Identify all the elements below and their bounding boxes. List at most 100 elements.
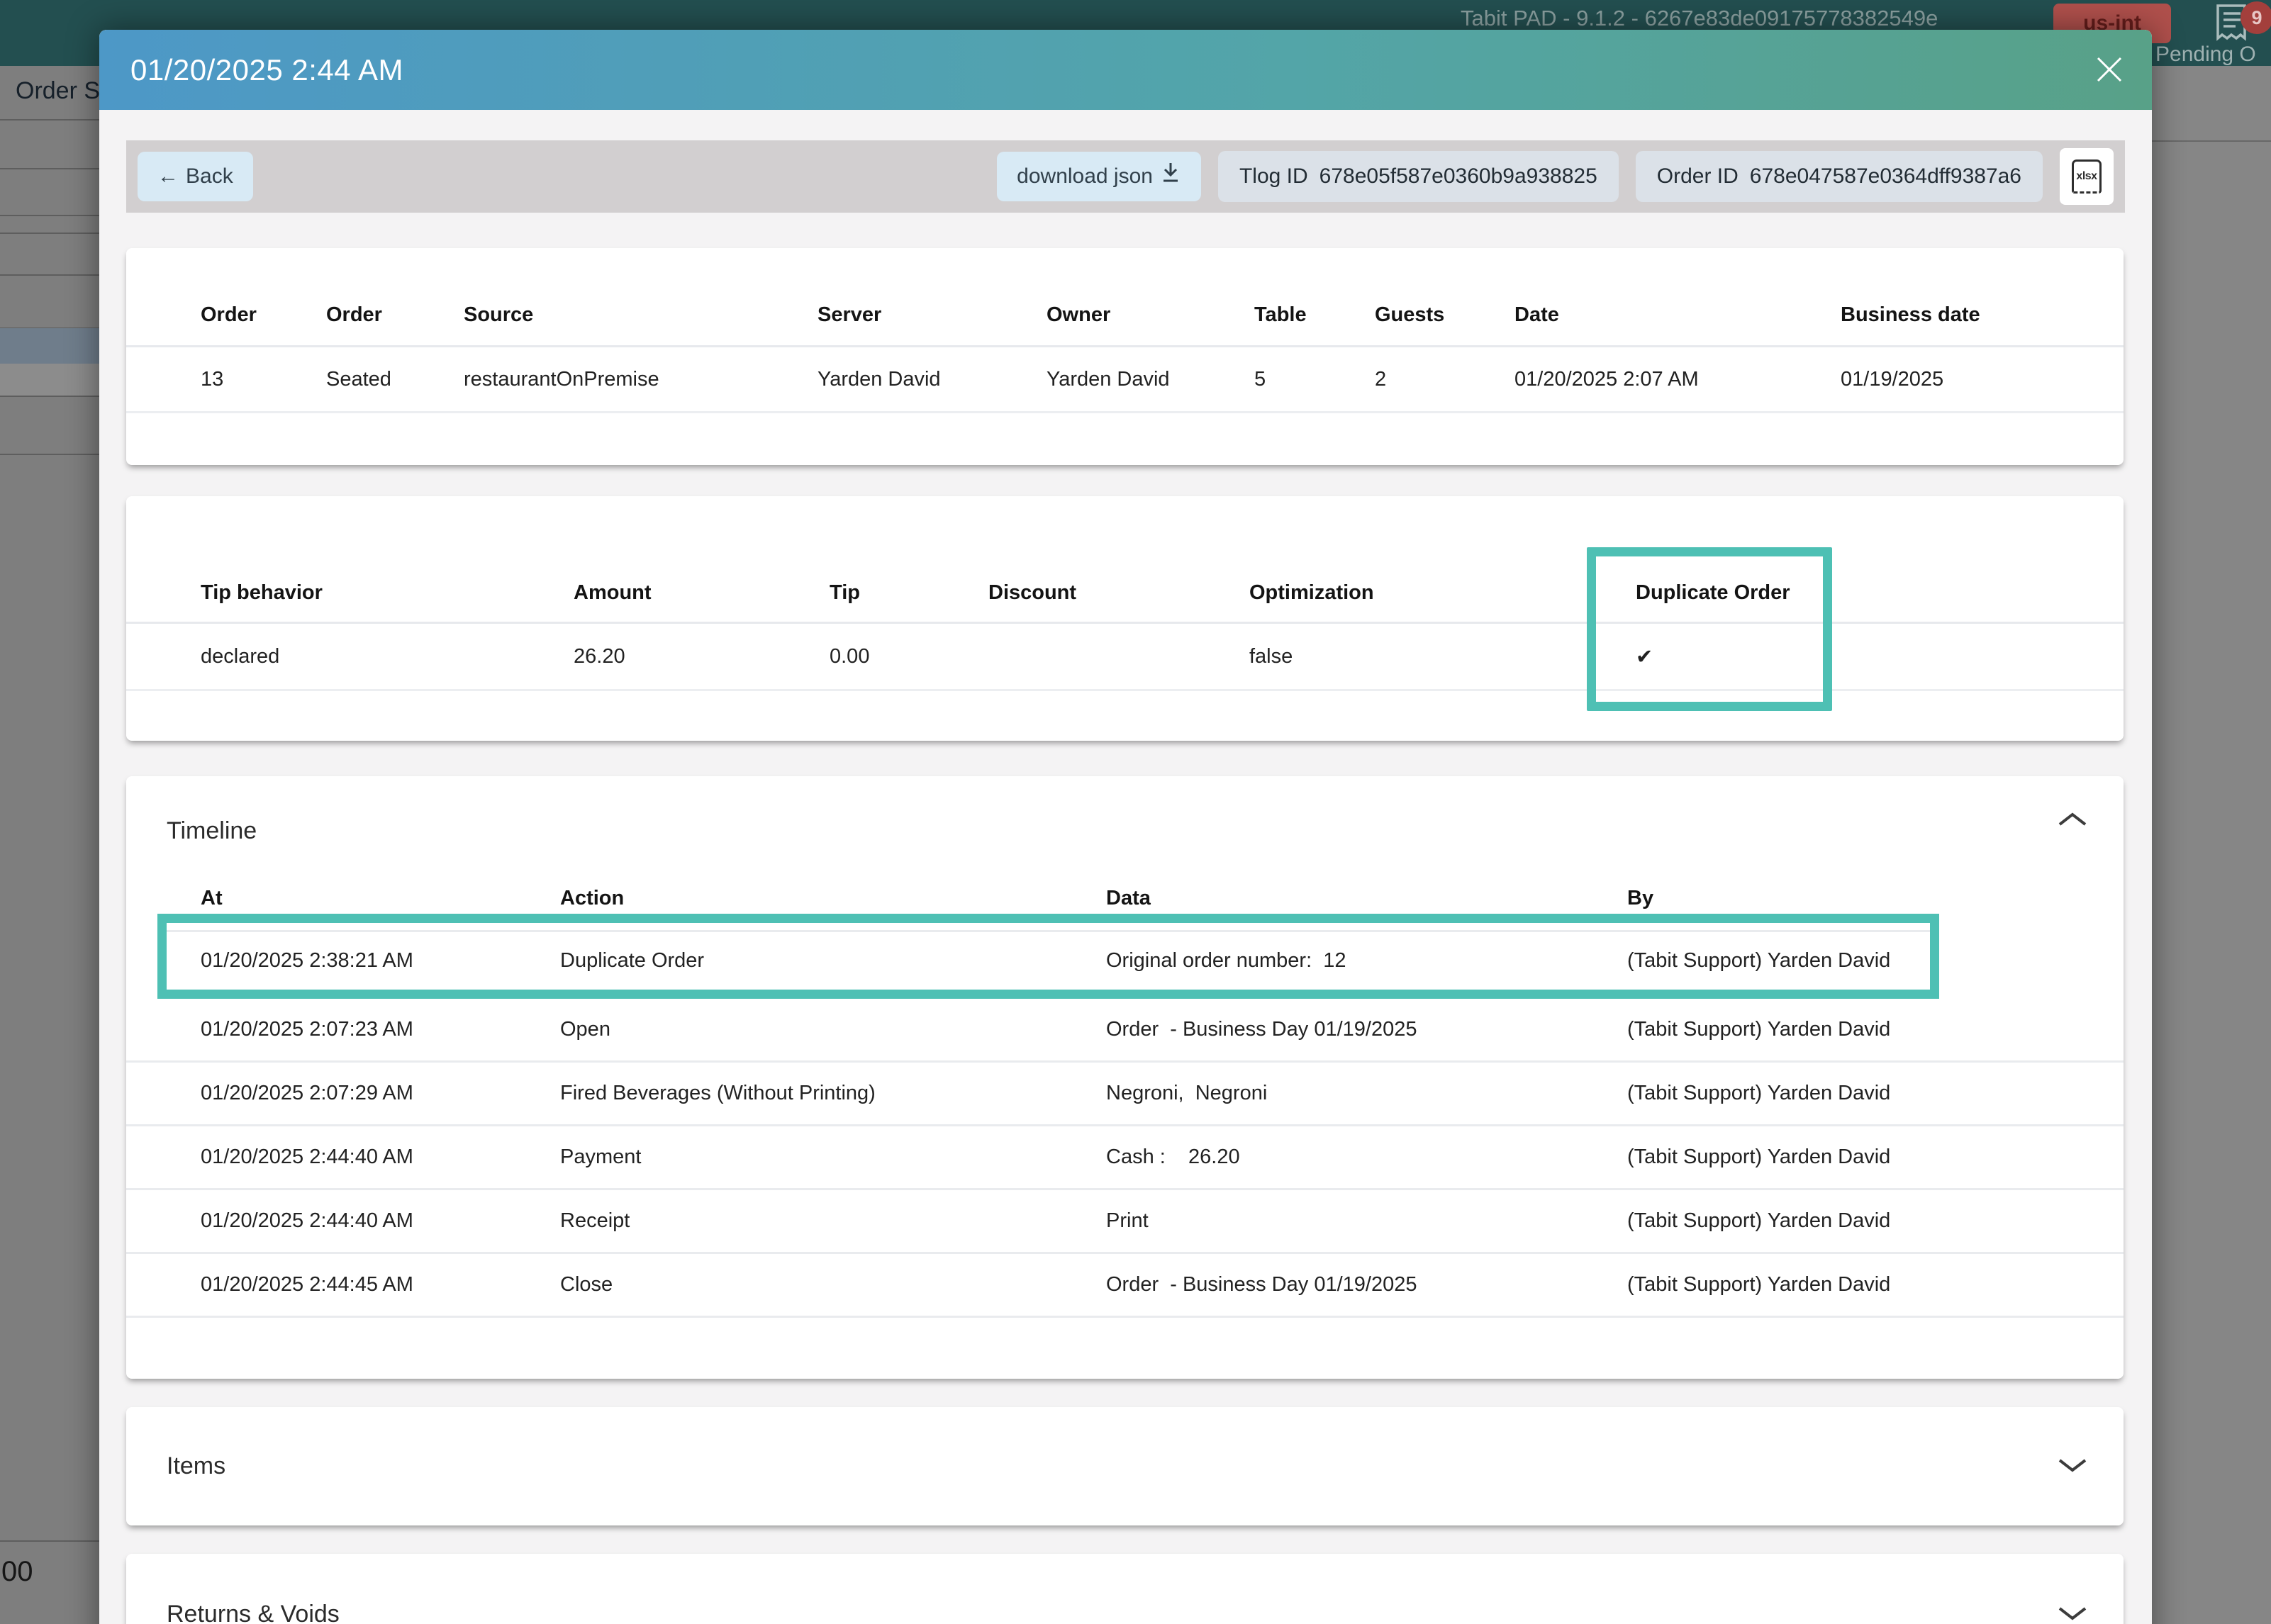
column-header: At [201,886,223,909]
items-title: Items [167,1452,226,1479]
order-status: Seated [326,367,391,391]
returns-voids-title: Returns & Voids [167,1600,340,1624]
tlog-id-label: Tlog ID [1239,164,1308,188]
event-action: Receipt [560,1209,630,1232]
column-header: Business date [1841,303,1980,326]
returns-voids-card[interactable]: Returns & Voids [126,1554,2124,1624]
tlog-id-chip[interactable]: Tlog ID 678e05f587e0360b9a938825 [1217,151,1619,202]
event-action: Close [560,1273,613,1296]
tlog-id-value: 678e05f587e0360b9a938825 [1319,164,1597,188]
column-header: Owner [1047,303,1111,326]
event-data: Original order number: 12 [1106,949,1346,972]
order-id-value: 678e047587e0364dff9387a6 [1749,164,2021,188]
background-page-left: Order S 00 [0,66,101,1624]
items-expand-button[interactable] [2057,1456,2088,1477]
column-header: Table [1254,303,1307,326]
notification-badge: 9 [2241,1,2271,34]
payment-summary-card: Tip behavior Amount Tip Discount Optimiz… [126,496,2124,741]
column-header: Tip [830,581,860,604]
order-id-chip[interactable]: Order ID 678e047587e0364dff9387a6 [1635,151,2043,202]
toolbar-right-group: download json Tlog ID 678e05f587e0360b9a… [997,148,2114,205]
column-header: Amount [574,581,652,604]
close-button[interactable] [2092,53,2126,87]
pending-orders-label: Pending O [2155,43,2256,66]
event-time: 01/20/2025 2:44:45 AM [201,1273,413,1296]
column-header: Discount [988,581,1077,604]
back-button[interactable]: ← Back [138,152,253,201]
event-by: (Tabit Support) Yarden David [1627,1273,1891,1296]
modal-title: 01/20/2025 2:44 AM [130,52,403,86]
event-action: Payment [560,1146,642,1168]
event-time: 01/20/2025 2:07:23 AM [201,1018,413,1041]
returns-voids-expand-button[interactable] [2057,1604,2088,1624]
modal-header: 01/20/2025 2:44 AM [99,30,2152,110]
event-data: Order - Business Day 01/19/2025 [1106,1018,1417,1041]
download-json-label: download json [1017,164,1153,188]
column-header: Source [464,303,534,326]
order-summary-header-row: Order Order Source Server Owner Table Gu… [126,285,2124,347]
chevron-down-icon [2057,1459,2088,1477]
event-by: (Tabit Support) Yarden David [1627,1082,1891,1104]
timeline-row: 01/20/2025 2:44:40 AM Receipt Print (Tab… [126,1190,2124,1254]
items-card[interactable]: Items [126,1407,2124,1525]
timeline-header-row: At Action Data By [126,883,2124,914]
column-header: Guests [1375,303,1445,326]
timeline-title: Timeline [167,817,257,844]
order-details-modal: 01/20/2025 2:44 AM ← Back download json [99,30,2152,1624]
tip-behavior-value: declared [201,644,280,668]
timeline-row: 01/20/2025 2:44:45 AM Close Order - Busi… [126,1254,2124,1318]
payment-summary-data-row: declared 26.20 0.00 false ✔ [126,624,2124,691]
event-data: Cash : 26.20 [1106,1146,1240,1168]
event-by: (Tabit Support) Yarden David [1627,1146,1891,1168]
download-json-button[interactable]: download json [997,152,1201,201]
background-page-title: Order S [16,77,101,104]
column-header: Tip behavior [201,581,323,604]
timeline-row: 01/20/2025 2:07:29 AM Fired Beverages (W… [126,1063,2124,1126]
toolbar: ← Back download json Tlog ID 678e05f587e0… [126,140,2125,213]
event-time: 01/20/2025 2:38:21 AM [201,949,413,972]
timeline-collapse-button[interactable] [2057,810,2088,831]
order-summary-card: Order Order Source Server Owner Table Gu… [126,248,2124,465]
app-version-title: Tabit PAD - 9.1.2 - 6267e83de09175778382… [1461,6,1938,30]
event-action: Duplicate Order [560,949,705,972]
timeline-rows: 01/20/2025 2:38:21 AM Duplicate Order Or… [126,914,2124,1318]
event-time: 01/20/2025 2:44:40 AM [201,1209,413,1232]
amount-value: 26.20 [574,644,625,668]
column-header: Action [560,886,625,909]
event-by: (Tabit Support) Yarden David [1627,1018,1891,1041]
close-icon [2093,57,2126,88]
timeline-row: 01/20/2025 2:38:21 AM Duplicate Order Or… [167,932,1930,990]
back-arrow-icon: ← [157,164,179,188]
chevron-down-icon [2057,1606,2088,1624]
duplicate-order-check-icon: ✔ [1636,645,1653,668]
timeline-card: Timeline At Action Data By 01/20/2025 2:… [126,776,2124,1379]
optimization-value: false [1249,644,1293,668]
event-data: Order - Business Day 01/19/2025 [1106,1273,1417,1296]
column-header: Order [201,303,257,326]
event-by: (Tabit Support) Yarden David [1627,949,1891,972]
owner-name: Yarden David [1047,367,1170,391]
column-header: Server [818,303,882,326]
order-number: 13 [201,367,224,391]
payment-summary-header-row: Tip behavior Amount Tip Discount Optimiz… [126,564,2124,624]
export-xlsx-button[interactable]: xlsx [2060,148,2114,205]
screen: Tabit PAD - 9.1.2 - 6267e83de09175778382… [0,0,2271,1624]
event-by: (Tabit Support) Yarden David [1627,1209,1891,1232]
download-icon [1160,162,1181,191]
background-cell-value: 00 [1,1556,33,1587]
order-date: 01/20/2025 2:07 AM [1514,367,1699,391]
event-action: Fired Beverages (Without Printing) [560,1082,876,1104]
back-label: Back [186,164,233,188]
timeline-row: 01/20/2025 2:07:23 AM Open Order - Busin… [126,999,2124,1063]
event-data: Print [1106,1209,1149,1232]
event-action: Open [560,1018,610,1041]
timeline-row: 01/20/2025 2:44:40 AM Payment Cash : 26.… [126,1126,2124,1190]
nav-pending-orders[interactable]: 9 Pending O [2155,1,2271,66]
column-header: Data [1106,886,1151,909]
background-row [0,364,99,396]
column-header: Order [326,303,382,326]
tip-value: 0.00 [830,644,870,668]
timeline-row-highlight: 01/20/2025 2:38:21 AM Duplicate Order Or… [157,914,1939,999]
column-header: By [1627,886,1654,909]
background-page-right [2152,66,2271,1624]
